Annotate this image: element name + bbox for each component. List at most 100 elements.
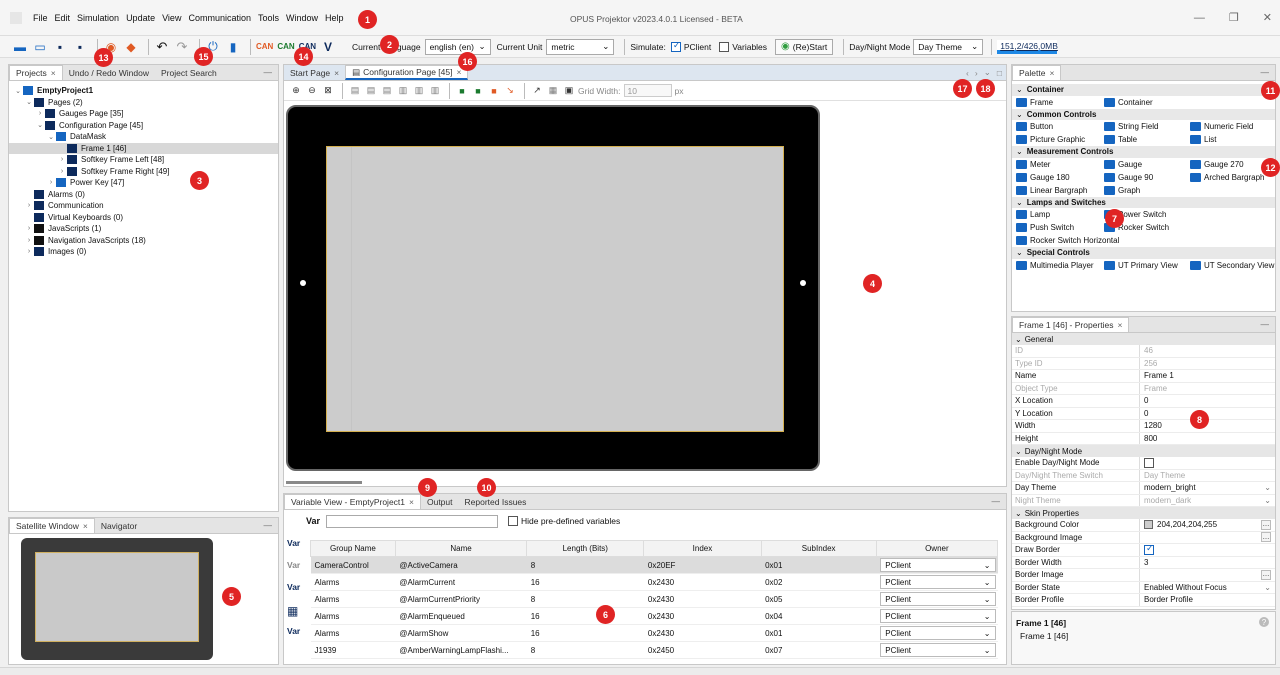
property-section[interactable]: ⌄ General	[1012, 333, 1275, 345]
palette-item-table[interactable]: Table	[1104, 135, 1137, 144]
palette-item-gauge-90[interactable]: Gauge 90	[1104, 172, 1153, 182]
daynight-select[interactable]: Day Theme ⌄	[913, 38, 984, 55]
property-row[interactable]: Object Type Frame	[1012, 382, 1275, 395]
chevron-right-icon[interactable]: ›	[46, 179, 56, 186]
palette-section-header[interactable]: ⌄ Common Controls	[1012, 108, 1275, 120]
variables-checkbox[interactable]	[719, 41, 730, 52]
frame-canvas[interactable]	[326, 146, 784, 432]
palette-item-ut-secondary-view[interactable]: UT Secondary View	[1190, 260, 1274, 270]
column-header[interactable]: Index	[643, 540, 762, 557]
chevron-down-icon[interactable]: ⌄	[13, 87, 23, 95]
save-icon[interactable]: ▪	[52, 39, 68, 55]
property-row[interactable]: Day Theme modern_bright ⌄	[1012, 482, 1275, 495]
chevron-right-icon[interactable]: ›	[57, 156, 67, 163]
open-folder-icon[interactable]: ▭	[32, 39, 48, 55]
pointer-icon[interactable]: ↘	[503, 84, 517, 98]
browse-button[interactable]: …	[1261, 519, 1271, 530]
tree-item[interactable]: ⌄ Pages (2)	[9, 97, 278, 109]
property-section[interactable]: ⌄ Skin Properties	[1012, 507, 1275, 519]
chevron-right-icon[interactable]: ›	[24, 248, 34, 255]
hide-predefined-checkbox[interactable]	[508, 516, 519, 526]
git-icon[interactable]: ◆	[123, 39, 139, 55]
zoom-in-icon[interactable]: ⊕	[289, 84, 303, 98]
chevron-right-icon[interactable]: ›	[24, 202, 34, 209]
tree-item[interactable]: › Softkey Frame Right [49]	[9, 166, 278, 178]
table-row[interactable]: CameraControl @ActiveCamera 8 0x20EF 0x01 PCl…	[310, 556, 998, 574]
redo-icon[interactable]: ↷	[174, 39, 190, 55]
remove-var-icon[interactable]: Var	[287, 560, 307, 582]
palette-item-ut-primary-view[interactable]: UT Primary View	[1104, 260, 1178, 270]
menu-item-simulation[interactable]: Simulation	[77, 13, 119, 23]
chevron-down-icon[interactable]: ⌄	[984, 67, 991, 78]
minimize-panel-icon[interactable]: —	[264, 520, 273, 530]
tree-item[interactable]: Virtual Keyboards (0)	[9, 212, 278, 224]
palette-item-rocker-switch-horizontal[interactable]: Rocker Switch Horizontal	[1016, 236, 1119, 245]
browse-button[interactable]: …	[1261, 569, 1271, 580]
column-header[interactable]: Group Name	[310, 540, 396, 557]
palette-section-header[interactable]: ⌄ Special Controls	[1012, 247, 1275, 259]
property-row[interactable]: Border State Enabled Without Focus ⌄	[1012, 581, 1275, 594]
property-checkbox[interactable]	[1144, 543, 1154, 555]
property-value[interactable]: …	[1140, 569, 1275, 580]
undo-icon[interactable]: ↶	[154, 39, 170, 55]
menu-item-update[interactable]: Update	[126, 13, 155, 23]
property-row[interactable]: Border Image…	[1012, 569, 1275, 582]
owner-select[interactable]: PClient ⌄	[880, 558, 996, 572]
minimize-icon[interactable]: —	[1194, 12, 1205, 24]
property-value[interactable]: 0	[1140, 396, 1275, 405]
tree-item[interactable]: ⌄ DataMask	[9, 131, 278, 143]
tab-palette[interactable]: Palette ×	[1012, 65, 1062, 80]
pclient-checkbox[interactable]	[670, 40, 681, 52]
restart-button[interactable]: ◉ (Re)Start	[775, 38, 834, 55]
tab-satellite[interactable]: Satellite Window ×	[9, 518, 95, 533]
zoom-fit-icon[interactable]: ⊠	[321, 84, 335, 98]
variable-wand-icon[interactable]: V	[320, 39, 336, 55]
property-row[interactable]: Enable Day/Night Mode	[1012, 457, 1275, 470]
tree-item[interactable]: › Images (0)	[9, 246, 278, 258]
property-section[interactable]: ⌄ Day/Night Mode	[1012, 445, 1275, 457]
help-icon[interactable]: ?	[1259, 617, 1269, 627]
column-header[interactable]: Owner	[875, 540, 999, 557]
owner-select[interactable]: PClient ⌄	[880, 575, 996, 589]
palette-item-gauge[interactable]: Gauge	[1104, 159, 1142, 169]
tab-properties[interactable]: Frame 1 [46] - Properties ×	[1012, 317, 1130, 332]
chevron-right-icon[interactable]: ›	[24, 225, 34, 232]
palette-item-graph[interactable]: Graph	[1104, 185, 1140, 195]
palette-item-list[interactable]: List	[1190, 135, 1216, 144]
connect-icon[interactable]: ↗	[530, 84, 544, 98]
property-row[interactable]: Name Frame 1	[1012, 370, 1275, 383]
tree-item[interactable]: › Softkey Frame Left [48]	[9, 154, 278, 166]
property-row[interactable]: Y Location 0	[1012, 407, 1275, 420]
palette-item-linear-bargraph[interactable]: Linear Bargraph	[1016, 185, 1087, 195]
table-row[interactable]: Alarms @AlarmShow 16 0x2430 0x01 PClient ⌄	[310, 624, 998, 642]
palette-item-button[interactable]: Button	[1016, 122, 1053, 131]
table-row[interactable]: Alarms @AlarmEnqueued 16 0x2430 0x04 PClient ⌄	[310, 607, 998, 625]
tab-navigator[interactable]: Navigator	[95, 518, 143, 533]
property-row[interactable]: Height 800	[1012, 432, 1275, 445]
align-bottom-icon[interactable]: ▥	[428, 84, 442, 98]
align-left-icon[interactable]: ▤	[348, 84, 362, 98]
menu-item-file[interactable]: File	[33, 13, 48, 23]
align-right-icon[interactable]: ▤	[380, 84, 394, 98]
align-middle-icon[interactable]: ▥	[412, 84, 426, 98]
grid-toggle-icon[interactable]: ▣	[562, 84, 576, 98]
chevron-down-icon[interactable]: ⌄	[24, 98, 34, 106]
palette-item-string-field[interactable]: String Field	[1104, 122, 1158, 131]
table-row[interactable]: J1939 @AmberWarningLampFlashi... 8 0x2450 0x…	[310, 641, 998, 659]
tree-item[interactable]: ⌄ Configuration Page [45]	[9, 120, 278, 132]
property-value[interactable]: 800	[1140, 434, 1275, 443]
edit-var-icon[interactable]: Var	[287, 626, 307, 648]
restore-icon[interactable]: ❐	[1229, 11, 1239, 24]
new-project-icon[interactable]: ▬	[12, 39, 28, 55]
property-checkbox[interactable]	[1144, 457, 1154, 468]
tab-variable-view[interactable]: Variable View - EmptyProject1 ×	[284, 494, 421, 509]
tab-reported-issues[interactable]: Reported Issues	[459, 494, 533, 509]
minimize-panel-icon[interactable]: —	[992, 496, 1001, 506]
property-row[interactable]: Background Image…	[1012, 531, 1275, 544]
palette-item-container[interactable]: Container	[1104, 97, 1153, 107]
menu-item-help[interactable]: Help	[325, 13, 344, 23]
property-row[interactable]: Border Width 3	[1012, 556, 1275, 569]
column-header[interactable]: Name	[394, 540, 528, 557]
owner-select[interactable]: PClient ⌄	[880, 592, 996, 606]
unit-select[interactable]: metric ⌄	[546, 38, 615, 55]
